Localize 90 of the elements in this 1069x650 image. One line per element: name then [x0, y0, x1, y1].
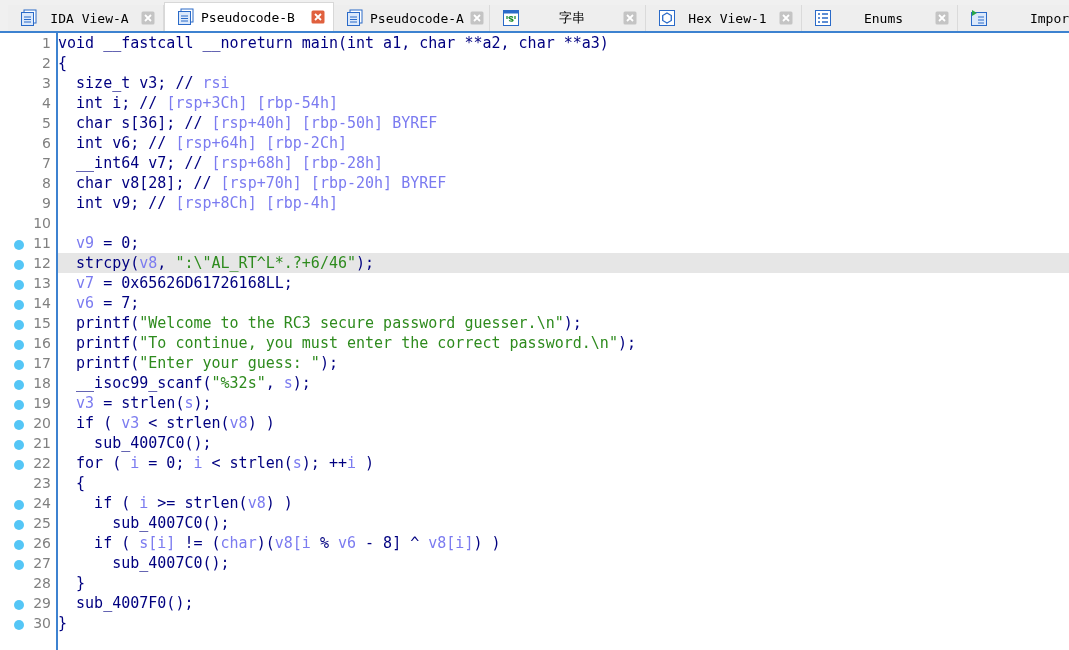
code-line: char s[36]; // [rsp+40h] [rbp-50h] BYREF: [75, 114, 438, 132]
code-line: if ( i >= strlen(v8) ): [93, 494, 293, 512]
line-number: 19: [33, 395, 51, 411]
line-number: 24: [33, 495, 51, 511]
code-line: for ( i = 0; i < strlen(s); ++i ): [75, 454, 375, 472]
code-line: sub_4007C0();: [111, 554, 230, 572]
code-line: v7 = 0x65626D61726168LL;: [75, 274, 293, 292]
breakpoint-dot-icon[interactable]: [14, 600, 24, 610]
breakpoint-dot-icon[interactable]: [14, 380, 24, 390]
document-icon: [177, 8, 195, 26]
code-line: sub_4007C0();: [93, 434, 212, 452]
breakpoint-dot-icon[interactable]: [14, 280, 24, 290]
breakpoint-dot-icon[interactable]: [14, 400, 24, 410]
breakpoint-dot-icon[interactable]: [14, 560, 24, 570]
line-number: 7: [42, 155, 51, 171]
code-line: printf("Enter your guess: ");: [75, 354, 338, 372]
close-icon[interactable]: [623, 11, 637, 25]
breakpoint-dot-icon[interactable]: [14, 360, 24, 370]
line-number: 3: [42, 75, 51, 91]
line-number: 11: [33, 235, 51, 251]
breakpoint-dot-icon[interactable]: [14, 440, 24, 450]
line-number: 27: [33, 555, 51, 571]
breakpoint-dot-icon[interactable]: [14, 300, 24, 310]
line-number: 21: [33, 435, 51, 451]
breakpoint-dot-icon[interactable]: [14, 500, 24, 510]
code-line: v6 = 7;: [75, 294, 140, 312]
breakpoint-dot-icon[interactable]: [14, 420, 24, 430]
code-line: sub_4007F0();: [75, 594, 194, 612]
line-number: 20: [33, 415, 51, 431]
breakpoint-dot-icon[interactable]: [14, 320, 24, 330]
line-number: 26: [33, 535, 51, 551]
code-line: if ( s[i] != (char)(v8[i % v6 - 8] ^ v8[i]) ): [93, 534, 501, 552]
line-number: 17: [33, 355, 51, 371]
line-number: 22: [33, 455, 51, 471]
code-line: {: [58, 54, 68, 72]
line-number: 8: [42, 175, 51, 191]
line-number: 29: [33, 595, 51, 611]
code-line: v3 = strlen(s);: [75, 394, 212, 412]
quote-icon: [502, 9, 520, 27]
line-number: 13: [33, 275, 51, 291]
breakpoint-dot-icon[interactable]: [14, 620, 24, 630]
line-number: 14: [33, 295, 51, 311]
line-number: 25: [33, 515, 51, 531]
line-number: 4: [42, 95, 51, 111]
line-number: 5: [42, 115, 51, 131]
tab[interactable]: Pseudocode-B: [164, 2, 334, 31]
breakpoint-dot-icon[interactable]: [14, 240, 24, 250]
import-icon: [970, 9, 988, 27]
line-number: 6: [42, 135, 51, 151]
document-icon: [20, 9, 38, 27]
code-line: int i; // [rsp+3Ch] [rbp-54h]: [75, 94, 338, 112]
line-number: 2: [42, 55, 51, 71]
line-number: 30: [33, 615, 51, 631]
close-icon[interactable]: [779, 11, 793, 25]
line-number: 9: [42, 195, 51, 211]
line-number: 28: [33, 575, 51, 591]
close-icon[interactable]: [469, 11, 484, 25]
code-line: if ( v3 < strlen(v8) ): [75, 414, 275, 432]
code-line: size_t v3; // rsi: [75, 74, 230, 92]
close-icon[interactable]: [311, 10, 325, 24]
close-icon[interactable]: [141, 11, 155, 25]
code-line: }: [75, 574, 86, 592]
code-line: printf("To continue, you must enter the correct password.\n");: [75, 334, 636, 352]
line-number: 23: [33, 475, 51, 491]
list-icon: [814, 9, 832, 27]
code-line: void __fastcall __noreturn main(int a1, char **a2, char **a3): [58, 34, 609, 52]
code-line: int v6; // [rsp+64h] [rbp-2Ch]: [75, 134, 347, 152]
code-line: printf("Welcome to the RC3 secure password guesser.\n");: [75, 314, 582, 332]
breakpoint-dot-icon[interactable]: [14, 340, 24, 350]
line-number: 1: [42, 35, 51, 51]
document-icon: [346, 9, 364, 27]
code-line: sub_4007C0();: [111, 514, 230, 532]
breakpoint-dot-icon[interactable]: [14, 540, 24, 550]
code-line: __isoc99_scanf("%32s", s);: [75, 374, 311, 392]
breakpoint-dot-icon[interactable]: [14, 260, 24, 270]
line-number: 10: [33, 215, 51, 231]
line-number: 16: [33, 335, 51, 351]
code-line: }: [58, 614, 68, 632]
code-line: __int64 v7; // [rsp+68h] [rbp-28h]: [75, 154, 384, 172]
line-number: 18: [33, 375, 51, 391]
code-line: {: [75, 474, 86, 492]
code-line: char v8[28]; // [rsp+70h] [rbp-20h] BYREF: [75, 174, 447, 192]
code-line: strcpy(v8, ":\"AL_RT^L*.?+6/46");: [75, 254, 375, 272]
close-icon[interactable]: [935, 11, 949, 25]
breakpoint-dot-icon[interactable]: [14, 460, 24, 470]
line-number: 12: [33, 255, 51, 271]
line-number: 15: [33, 315, 51, 331]
breakpoint-dot-icon[interactable]: [14, 520, 24, 530]
code-line: int v9; // [rsp+8Ch] [rbp-4h]: [75, 194, 338, 212]
code-line: v9 = 0;: [75, 234, 140, 252]
